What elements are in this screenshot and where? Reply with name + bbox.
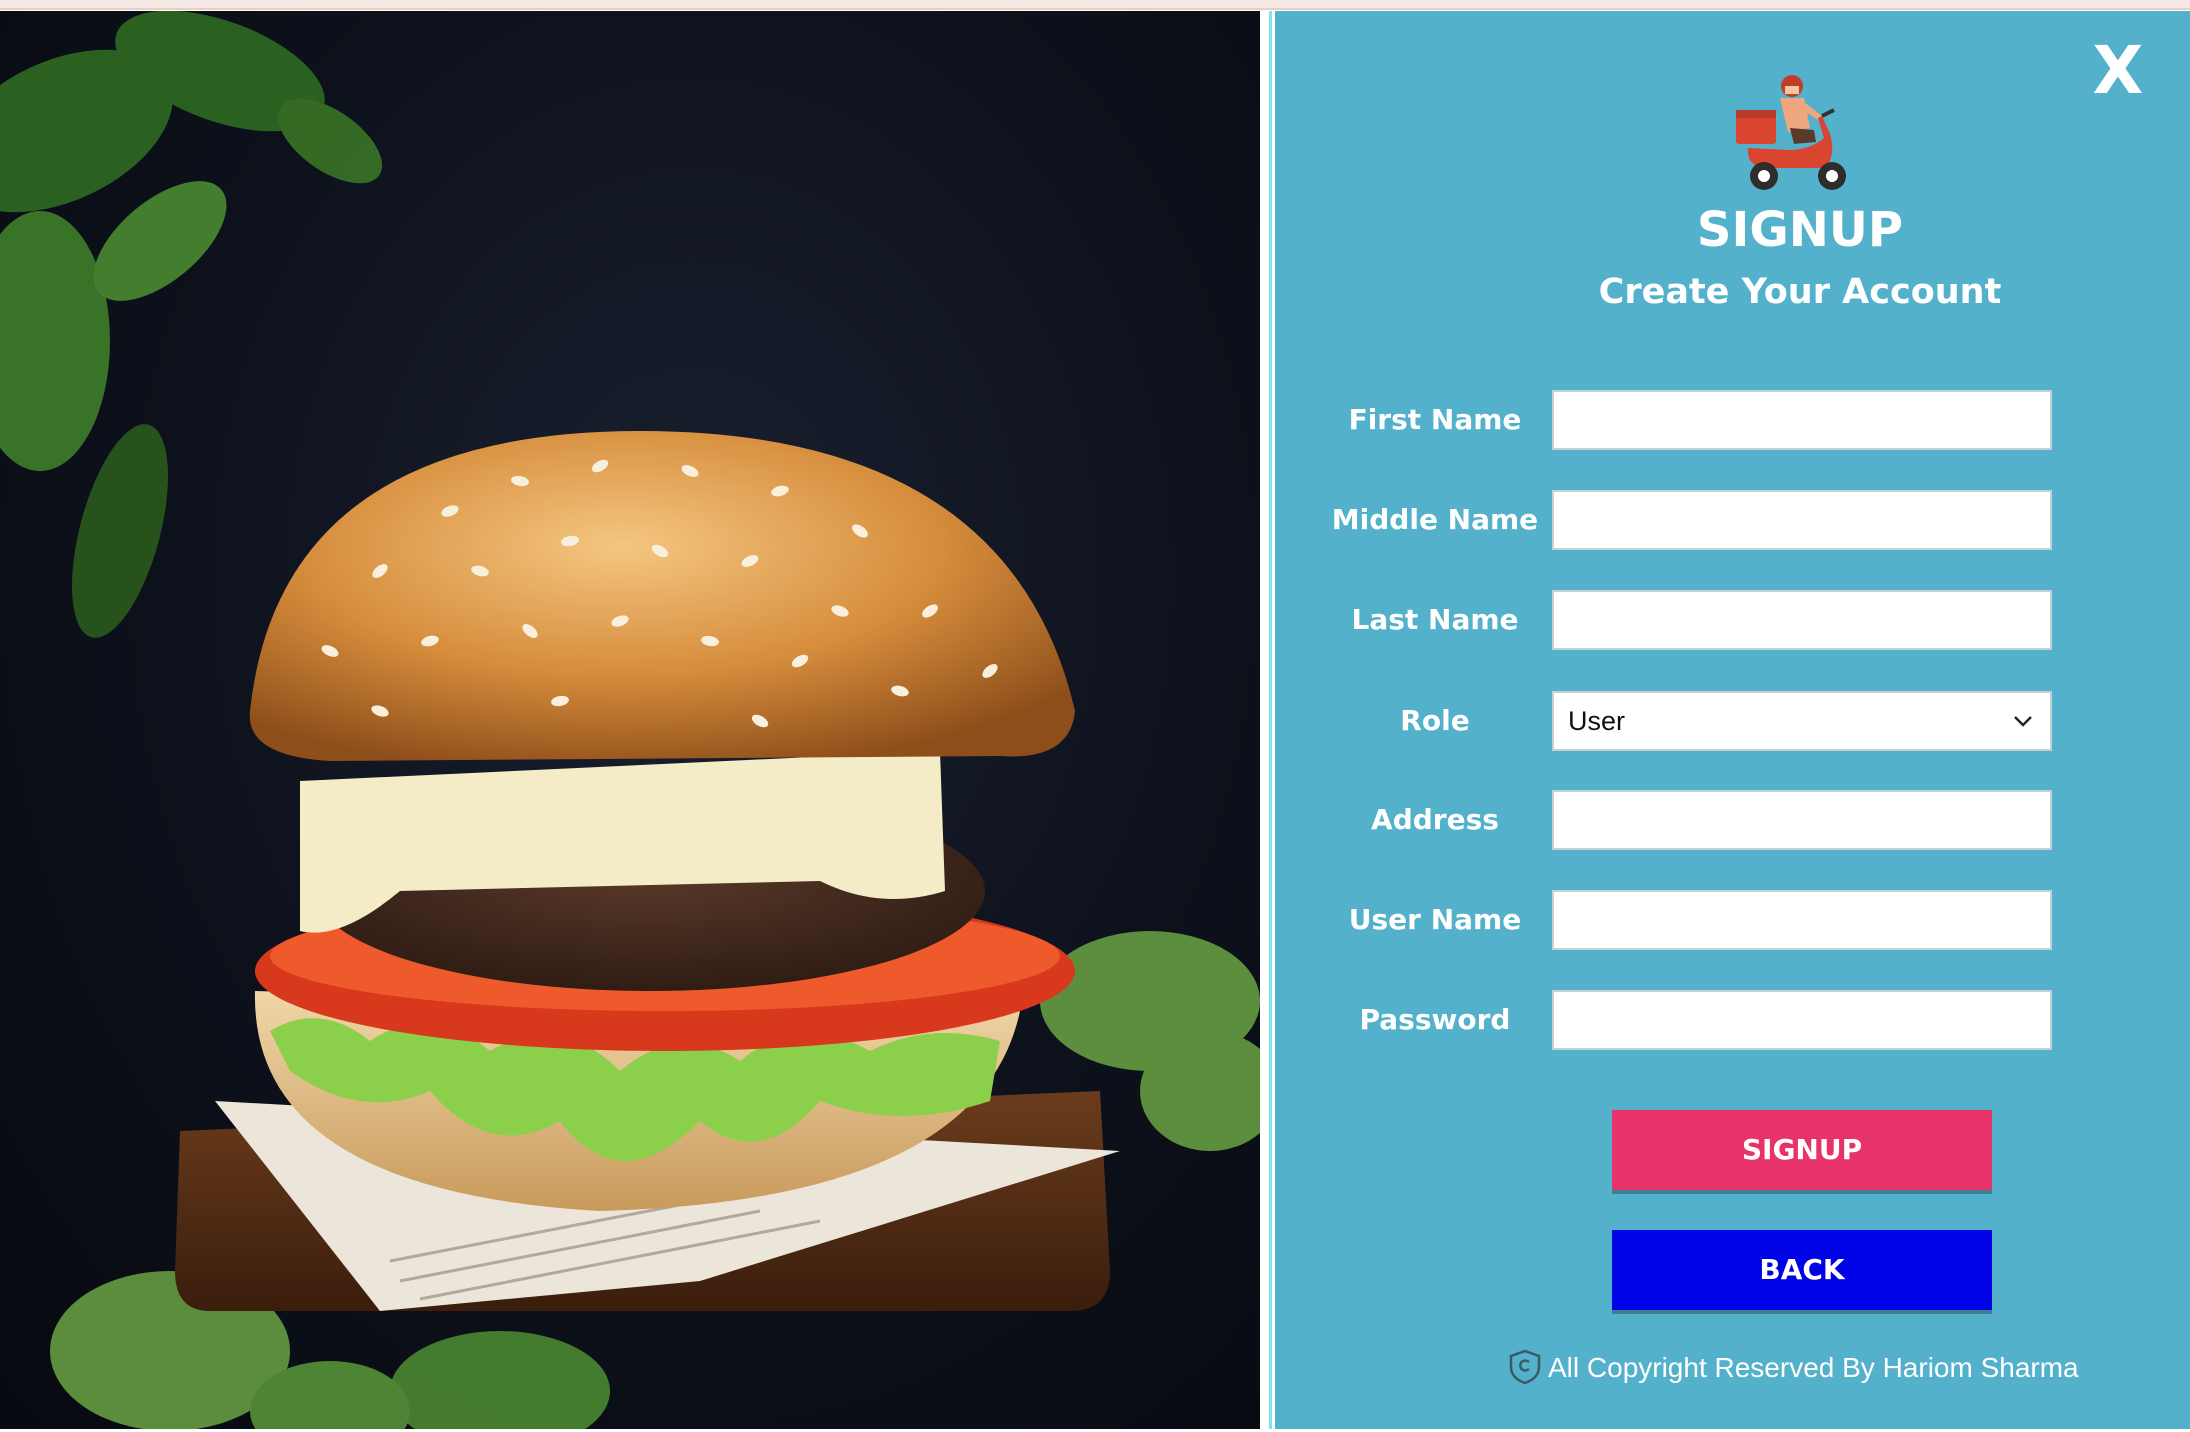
chevron-down-icon <box>2014 716 2032 727</box>
first-name-label: First Name <box>1348 403 1522 436</box>
back-button[interactable]: BACK <box>1612 1230 1992 1310</box>
window-top-strip <box>0 0 2190 10</box>
user-name-label: User Name <box>1348 903 1522 936</box>
copyright-footer: All Copyright Reserved By Hariom Sharma <box>1508 1346 2108 1390</box>
page-subtitle: Create Your Account <box>1598 272 2002 312</box>
middle-name-field[interactable] <box>1552 490 2052 550</box>
role-selected-value: User <box>1568 706 1626 736</box>
first-name-field[interactable] <box>1552 390 2052 450</box>
burger-photo <box>0 11 1260 1429</box>
role-label: Role <box>1400 704 1470 737</box>
copyright-text: All Copyright Reserved By Hariom Sharma <box>1548 1352 2079 1383</box>
burger-illustration <box>0 11 1260 1429</box>
copyright-shield-icon <box>1509 1349 1541 1385</box>
middle-name-label: Middle Name <box>1331 503 1539 536</box>
password-field[interactable] <box>1552 990 2052 1050</box>
user-name-field[interactable] <box>1552 890 2052 950</box>
close-button[interactable]: X <box>2090 38 2146 104</box>
signup-button[interactable]: SIGNUP <box>1612 1110 1992 1190</box>
address-field[interactable] <box>1552 790 2052 850</box>
delivery-scooter-icon <box>1730 72 1860 197</box>
password-label: Password <box>1359 1003 1511 1036</box>
page-title: SIGNUP <box>1696 202 1904 258</box>
last-name-label: Last Name <box>1351 603 1519 636</box>
role-select[interactable]: User <box>1552 691 2052 751</box>
panel-divider <box>1260 11 1272 1429</box>
last-name-field[interactable] <box>1552 590 2052 650</box>
address-label: Address <box>1371 803 1499 836</box>
